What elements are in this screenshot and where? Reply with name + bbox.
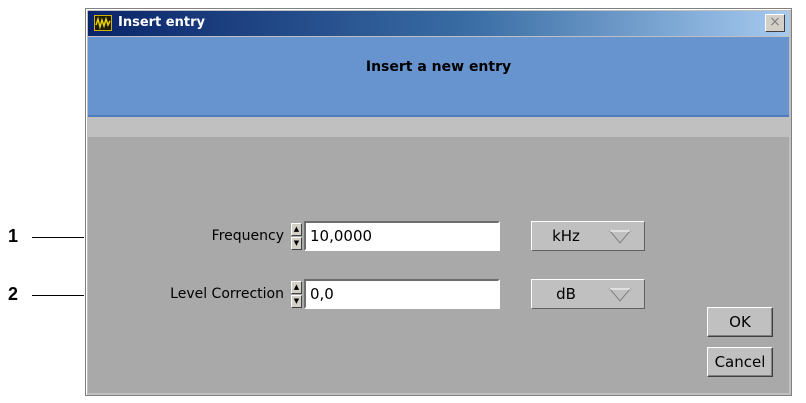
frequency-label: Frequency [211, 228, 284, 244]
window-title: Insert entry [118, 15, 205, 30]
close-icon: × [769, 14, 781, 30]
level-correction-unit-select[interactable]: dB [531, 279, 645, 309]
callout-2: 2 [8, 284, 19, 304]
triangle-up-icon[interactable]: ▲ [291, 223, 302, 236]
close-button[interactable]: × [765, 14, 785, 32]
frequency-unit-select[interactable]: kHz [531, 221, 645, 251]
level-correction-input[interactable]: 0,0 [304, 279, 500, 309]
ok-button[interactable]: OK [707, 307, 773, 337]
frequency-unit-value: kHz [552, 227, 580, 245]
level-correction-label: Level Correction [170, 286, 284, 302]
entry-panel: Frequency ▲ ▼ 10,0000 kHz Level Correcti… [88, 137, 789, 393]
frequency-spinner[interactable]: ▲ ▼ [291, 223, 302, 251]
frequency-input[interactable]: 10,0000 [304, 221, 500, 251]
callout-1-line [32, 237, 84, 238]
triangle-down-icon[interactable]: ▼ [291, 295, 302, 308]
level-correction-unit-value: dB [556, 285, 576, 303]
insert-entry-dialog: Insert entry × Insert a new entry Freque… [85, 8, 792, 396]
triangle-down-outline-icon [608, 288, 632, 302]
callout-2-line [32, 295, 84, 296]
header-title: Insert a new entry [365, 59, 512, 75]
triangle-up-icon[interactable]: ▲ [291, 281, 302, 294]
triangle-down-icon[interactable]: ▼ [291, 237, 302, 250]
waveform-icon [94, 15, 112, 31]
cancel-button[interactable]: Cancel [707, 347, 773, 377]
title-bar[interactable]: Insert entry × [88, 11, 789, 36]
header-band: Insert a new entry [88, 37, 789, 117]
callout-1: 1 [8, 226, 19, 246]
level-correction-spinner[interactable]: ▲ ▼ [291, 281, 302, 309]
triangle-down-outline-icon [608, 230, 632, 244]
